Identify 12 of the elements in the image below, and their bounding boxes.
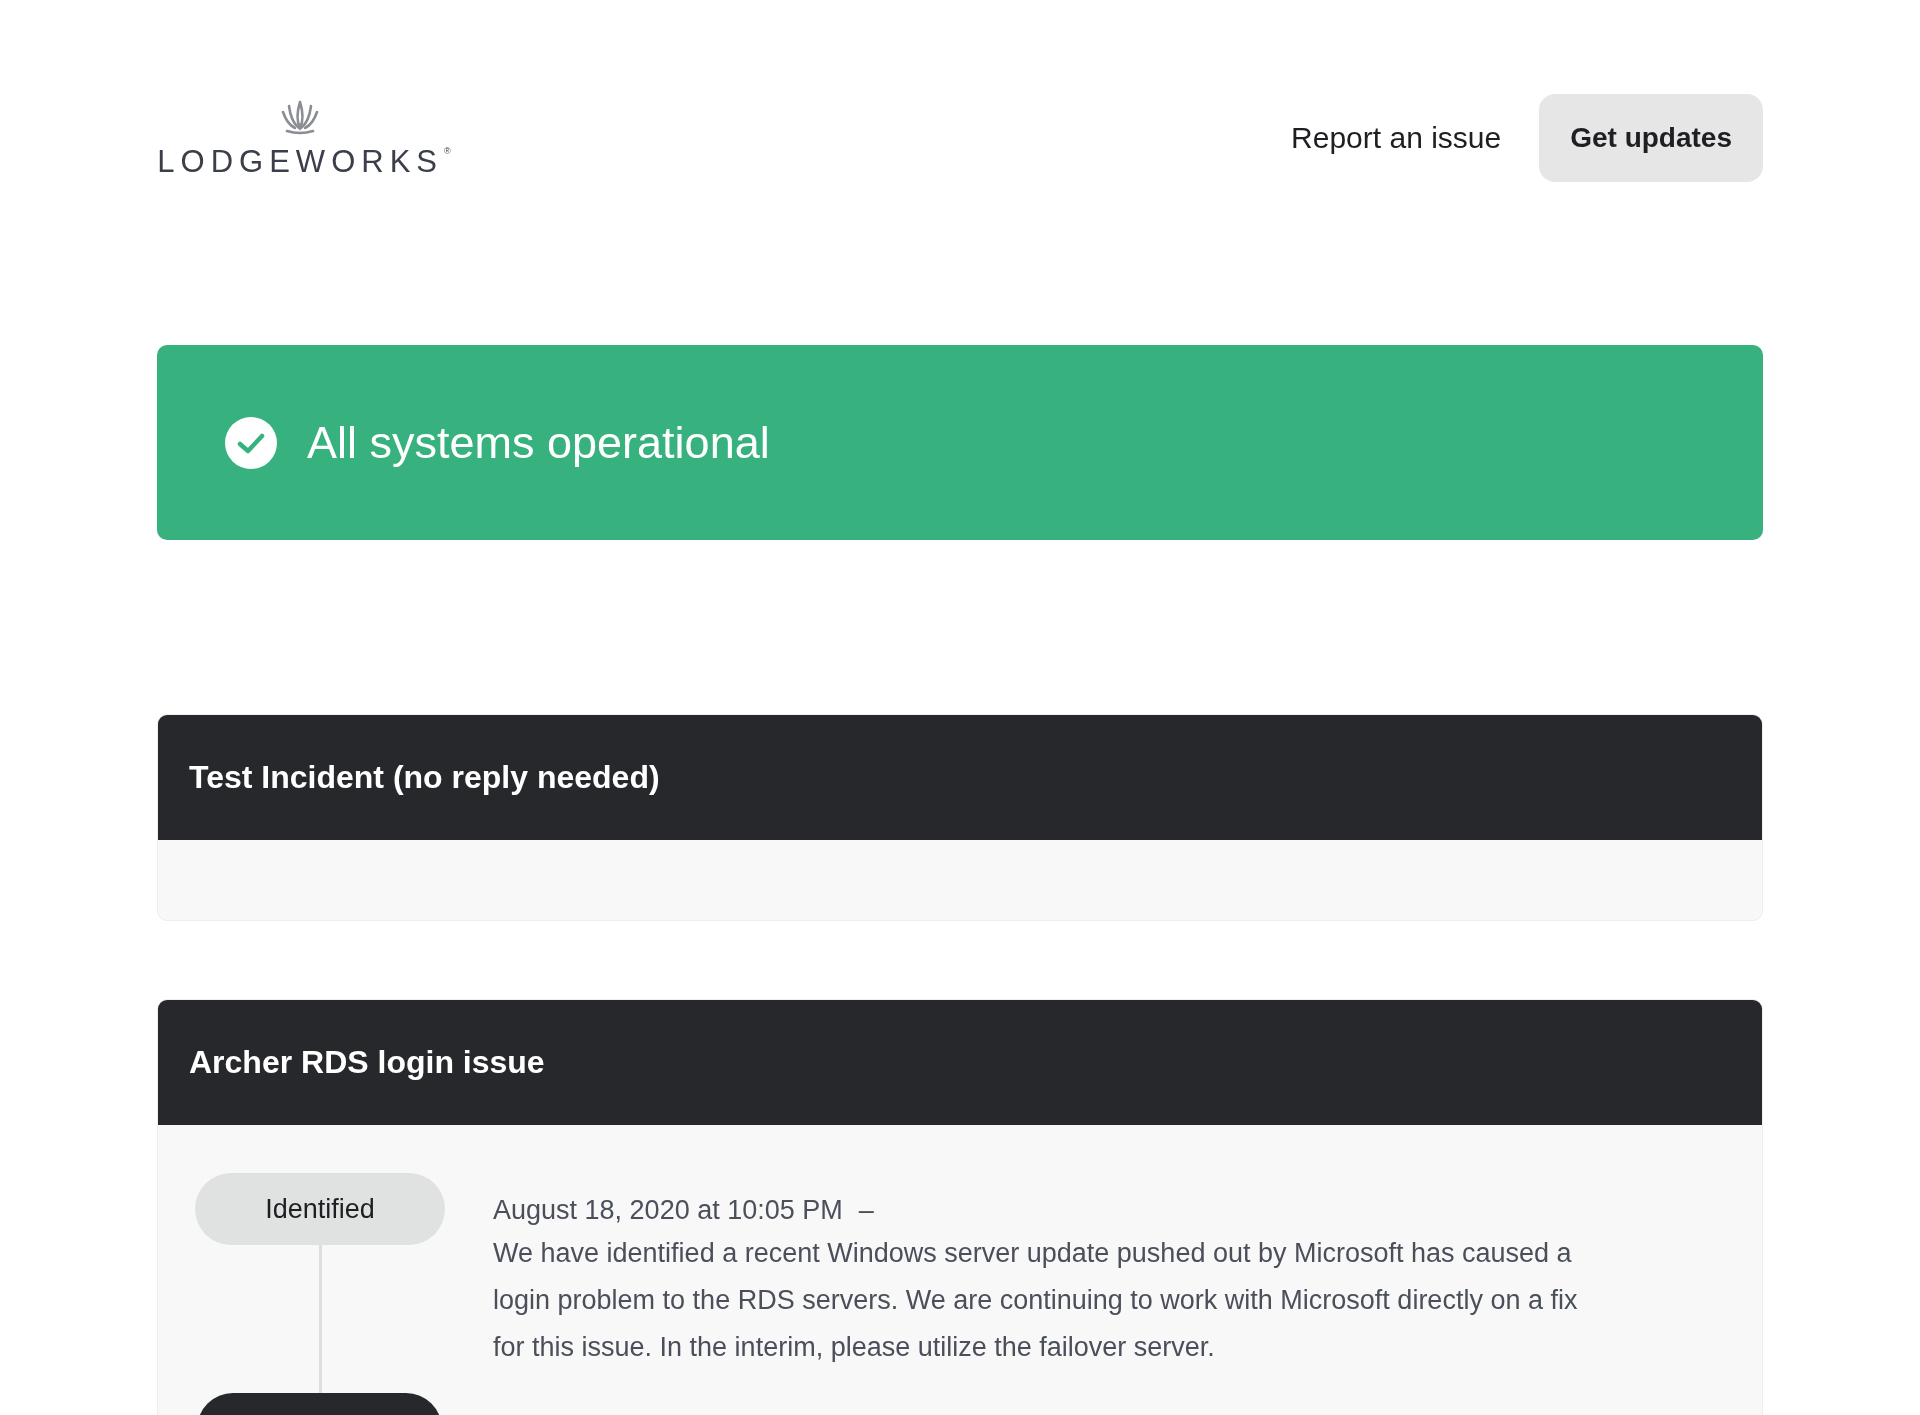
- status-text: All systems operational: [307, 416, 770, 469]
- update-text: We have identified a recent Windows server update pushed out by Microsoft has caused a login problem to the RDS servers. We are continuing to work with Microsoft directly on a fix for this issue. In the interim, please utilize the failover server.: [493, 1237, 1579, 1364]
- registered-mark: ®: [444, 146, 451, 156]
- update-time: August 18, 2020 at 10:05 PM: [493, 1195, 843, 1226]
- incident-title: Archer RDS login issue: [189, 1044, 545, 1081]
- separator-dash: –: [858, 1195, 874, 1226]
- incident-title: Test Incident (no reply needed): [189, 759, 660, 796]
- status-pill: Identified: [195, 1173, 445, 1245]
- logo-wordmark: LODGEWORKS: [157, 146, 443, 177]
- check-circle-icon: [225, 416, 277, 469]
- report-issue-link[interactable]: Report an issue: [1291, 121, 1502, 155]
- get-updates-button[interactable]: Get updates: [1539, 94, 1763, 182]
